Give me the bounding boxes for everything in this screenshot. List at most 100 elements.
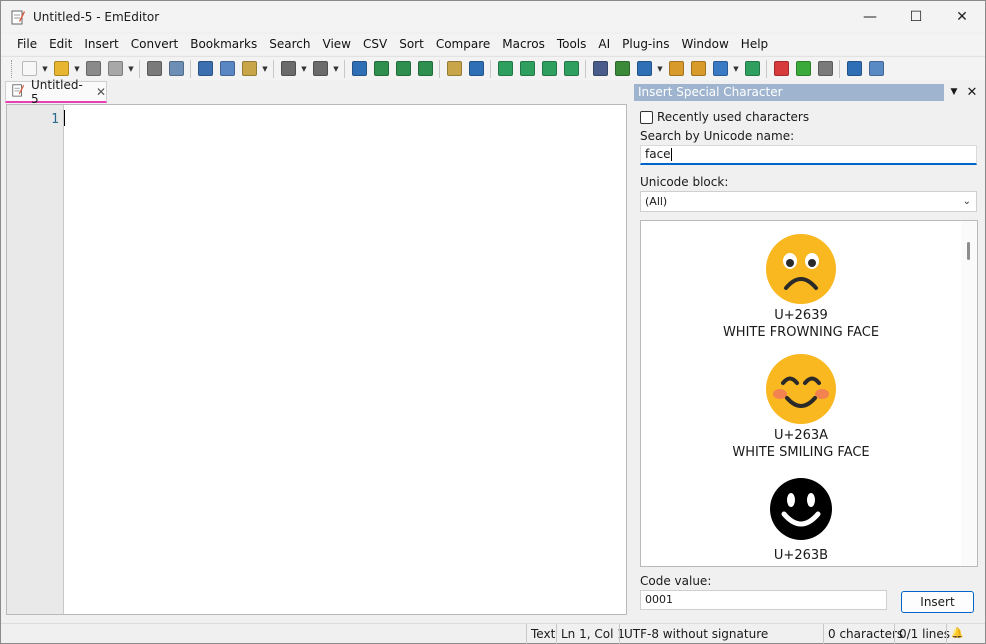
record-macro-button[interactable] — [770, 58, 792, 80]
print-preview-icon — [168, 61, 184, 76]
recently-used-checkbox[interactable] — [640, 110, 653, 124]
find-icon — [351, 61, 367, 76]
close-window-button[interactable]: ✕ — [939, 1, 985, 32]
wrap-window-button[interactable] — [516, 58, 538, 80]
toolbar-separator — [139, 59, 140, 78]
dropdown-arrow-icon[interactable]: ▼ — [72, 58, 82, 80]
code-value-input[interactable]: 0001 — [640, 590, 887, 610]
no-wrap-button[interactable] — [560, 58, 582, 80]
replace-icon — [417, 61, 433, 76]
menu-insert[interactable]: Insert — [78, 34, 124, 55]
menu-sort[interactable]: Sort — [393, 34, 430, 55]
find-button[interactable] — [348, 58, 370, 80]
unicode-button[interactable] — [633, 58, 655, 80]
paste-button[interactable] — [238, 58, 260, 80]
new-file-button[interactable] — [18, 58, 40, 80]
print-preview-button[interactable] — [165, 58, 187, 80]
find-next-button[interactable] — [370, 58, 392, 80]
checkbox-icon — [712, 61, 728, 76]
minimize-button[interactable]: — — [847, 1, 893, 32]
window-title: Untitled-5 - EmEditor — [33, 9, 160, 24]
print-button[interactable] — [143, 58, 165, 80]
insert-button[interactable]: Insert — [901, 591, 974, 613]
copy-button[interactable] — [216, 58, 238, 80]
cut-button[interactable] — [194, 58, 216, 80]
toolbar-grip[interactable] — [11, 59, 14, 78]
wrap-page-icon — [541, 61, 557, 76]
menu-edit[interactable]: Edit — [43, 34, 78, 55]
print-icon — [146, 61, 162, 76]
window-button[interactable] — [843, 58, 865, 80]
save-button[interactable] — [82, 58, 104, 80]
menu-csv[interactable]: CSV — [357, 34, 393, 55]
menu-compare[interactable]: Compare — [430, 34, 496, 55]
panel-title: Insert Special Character — [634, 84, 944, 101]
status-position[interactable]: Ln 1, Col 1 — [556, 624, 629, 644]
character-list-scrollbar[interactable] — [961, 221, 977, 566]
menu-tools[interactable]: Tools — [551, 34, 593, 55]
replace-button[interactable] — [414, 58, 436, 80]
toolbar-separator — [344, 59, 345, 78]
status-mode[interactable]: Text — [526, 624, 559, 644]
tab-close-icon[interactable]: ✕ — [96, 85, 106, 99]
menu-view[interactable]: View — [317, 34, 357, 55]
dropdown-arrow-icon[interactable]: ▼ — [126, 58, 136, 80]
maximize-button[interactable]: ☐ — [893, 1, 939, 32]
menu-help[interactable]: Help — [735, 34, 774, 55]
character-item[interactable]: U+263A WHITE SMILING FACE — [641, 354, 961, 462]
checkbox-button[interactable] — [709, 58, 731, 80]
dropdown-arrow-icon[interactable]: ▼ — [331, 58, 341, 80]
scrollbar-thumb[interactable] — [967, 242, 970, 260]
notification-bell-icon[interactable]: 🔔 — [946, 624, 967, 644]
text-editor[interactable]: 1 — [6, 104, 627, 615]
unicode-name-search-input[interactable]: face — [640, 145, 977, 165]
word-wrap-button[interactable] — [494, 58, 516, 80]
dropdown-arrow-icon[interactable]: ▼ — [299, 58, 309, 80]
menu-plugins[interactable]: Plug-ins — [616, 34, 675, 55]
customize-button[interactable] — [865, 58, 887, 80]
find-next-icon — [373, 61, 389, 76]
menu-macros[interactable]: Macros — [496, 34, 551, 55]
undo-button[interactable] — [277, 58, 299, 80]
menu-search[interactable]: Search — [263, 34, 316, 55]
dropdown-arrow-icon[interactable]: ▼ — [731, 58, 741, 80]
recently-used-row[interactable]: Recently used characters — [640, 110, 809, 124]
macro-edit-button[interactable] — [814, 58, 836, 80]
character-item[interactable]: U+263B — [641, 474, 961, 564]
outline-button[interactable] — [741, 58, 763, 80]
status-encoding[interactable]: UTF-8 without signature — [619, 624, 772, 644]
dropdown-arrow-icon[interactable]: ▼ — [40, 58, 50, 80]
menu-window[interactable]: Window — [675, 34, 734, 55]
character-list[interactable]: U+2639 WHITE FROWNING FACE U+263A WHITE … — [640, 220, 978, 567]
spellcheck-button[interactable] — [589, 58, 611, 80]
filter-button[interactable] — [465, 58, 487, 80]
wrap-page-button[interactable] — [538, 58, 560, 80]
character-name: WHITE FROWNING FACE — [722, 325, 880, 340]
dropdown-arrow-icon[interactable]: ▼ — [260, 58, 270, 80]
menu-bookmarks[interactable]: Bookmarks — [184, 34, 263, 55]
find-in-files-button[interactable] — [443, 58, 465, 80]
highlight-button[interactable] — [687, 58, 709, 80]
menu-convert[interactable]: Convert — [125, 34, 184, 55]
save-all-button[interactable] — [104, 58, 126, 80]
recently-used-label: Recently used characters — [657, 110, 810, 124]
character-item[interactable]: U+2639 WHITE FROWNING FACE — [641, 234, 961, 342]
clipboard-button[interactable] — [611, 58, 633, 80]
redo-button[interactable] — [309, 58, 331, 80]
document-tab-bar: Untitled-5 ✕ — [1, 78, 631, 106]
panel-menu-icon[interactable]: ▼ — [947, 84, 961, 101]
unicode-block-label: Unicode block: — [640, 175, 729, 189]
unicode-block-select[interactable]: (All) ⌄ — [640, 191, 977, 212]
menu-ai[interactable]: AI — [592, 34, 616, 55]
find-prev-button[interactable] — [392, 58, 414, 80]
window-controls: — ☐ ✕ — [847, 1, 985, 32]
insert-special-character-panel: Insert Special Character ▼ ✕ Recently us… — [634, 84, 985, 624]
dropdown-arrow-icon[interactable]: ▼ — [655, 58, 665, 80]
toolbar-separator — [766, 59, 767, 78]
marker-button[interactable] — [665, 58, 687, 80]
run-macro-button[interactable] — [792, 58, 814, 80]
menu-file[interactable]: File — [11, 34, 43, 55]
open-folder-button[interactable] — [50, 58, 72, 80]
panel-close-icon[interactable]: ✕ — [964, 84, 980, 101]
document-tab[interactable]: Untitled-5 ✕ — [5, 78, 107, 106]
